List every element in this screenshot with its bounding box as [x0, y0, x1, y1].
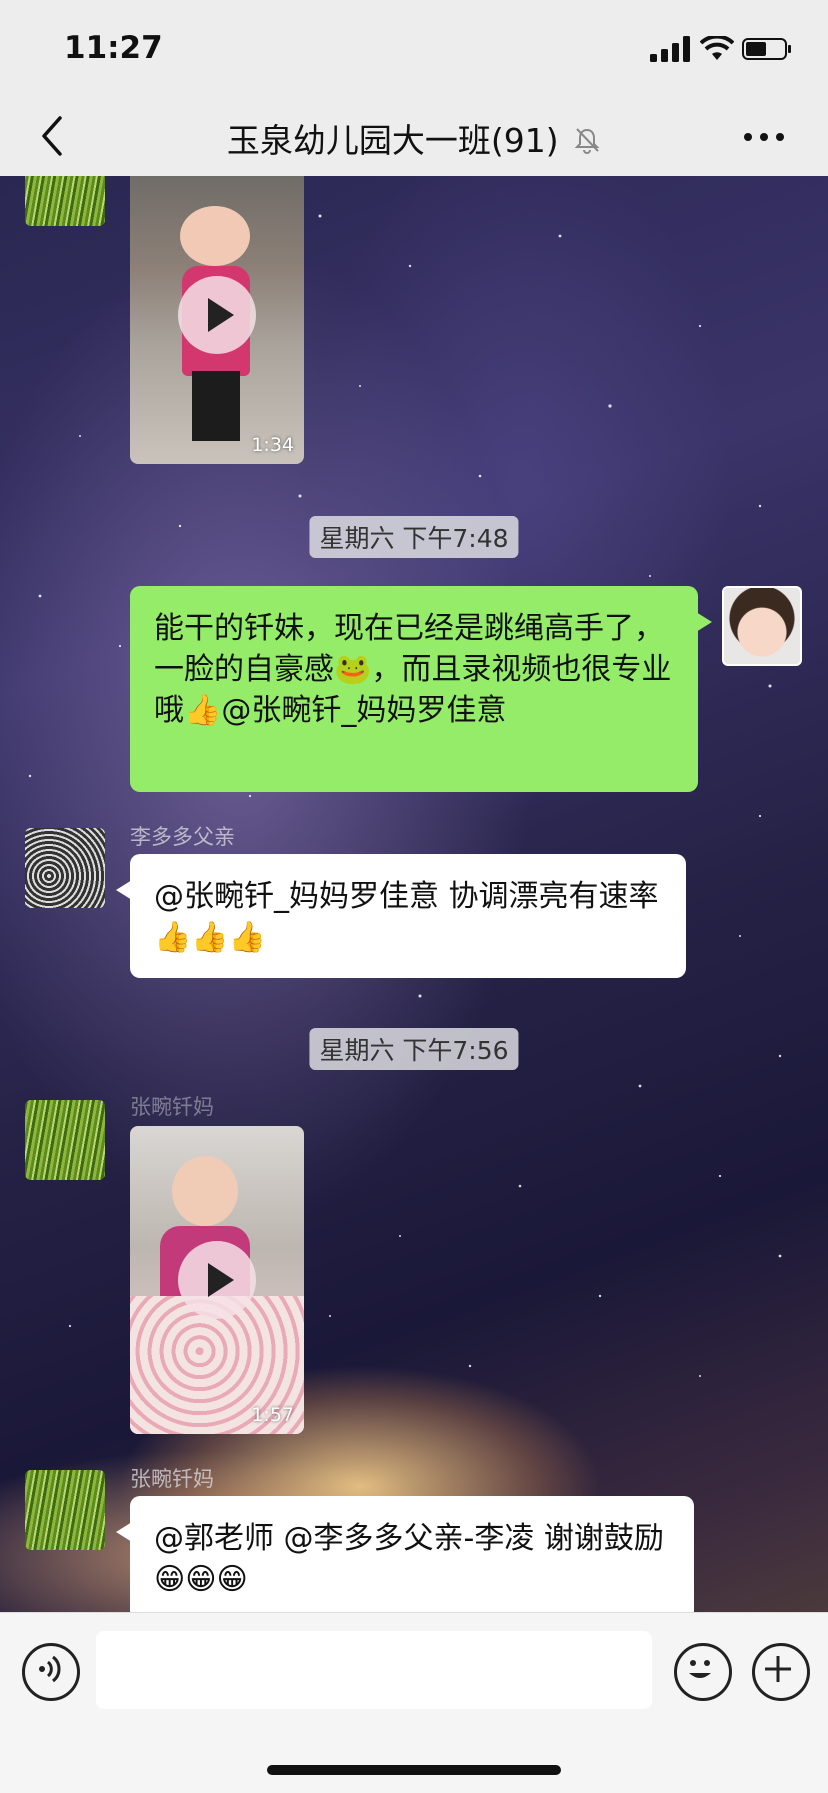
message-text: @张畹钎_妈妈罗佳意 协调漂亮有速率 [154, 879, 659, 914]
chat-header: 玉泉幼儿园大一班(91) [0, 100, 828, 177]
plus-icon [765, 1656, 791, 1682]
sender-name: 张畹钎妈 [130, 1095, 214, 1119]
input-bar [0, 1612, 828, 1793]
signal-icon [650, 36, 690, 62]
voice-icon [39, 1655, 61, 1683]
play-icon[interactable] [178, 1241, 256, 1319]
home-indicator [267, 1765, 561, 1775]
message-mention: @张畹钎_妈妈罗佳意 [221, 693, 507, 728]
child-figure [180, 206, 250, 266]
avatar[interactable] [25, 828, 105, 908]
chat-area[interactable]: 1:34 星期六 下午7:48 能干的钎妹，现在已经是跳绳高手了，一脸的自豪感🐸… [0, 176, 828, 1612]
message-timestamp: 星期六 下午7:56 [309, 1028, 519, 1070]
voice-button[interactable] [22, 1643, 80, 1701]
play-icon[interactable] [178, 276, 256, 354]
more-icon[interactable] [742, 122, 786, 152]
mute-icon [574, 128, 600, 154]
sender-name: 张畹钎妈 [130, 1467, 214, 1491]
sender-name: 李多多父亲 [130, 825, 235, 849]
battery-icon [742, 38, 791, 60]
message-text: @郭老师 @李多多父亲-李凌 谢谢鼓励 [154, 1521, 664, 1556]
video-message[interactable]: 1:57 [130, 1126, 304, 1434]
message-timestamp: 星期六 下午7:48 [309, 516, 519, 558]
wifi-icon [700, 36, 734, 60]
plus-button[interactable] [752, 1643, 810, 1701]
chat-title-wrap[interactable]: 玉泉幼儿园大一班(91) [0, 114, 828, 162]
status-time: 11:27 [64, 30, 163, 66]
avatar[interactable] [25, 1100, 105, 1180]
grin-icon: 😁😁😁 [154, 1562, 248, 1597]
frog-icon: 🐸 [334, 652, 372, 687]
thumbs-up-icon: 👍👍👍 [154, 920, 267, 955]
message-input[interactable] [96, 1631, 652, 1709]
message-bubble-outgoing[interactable]: 能干的钎妹，现在已经是跳绳高手了，一脸的自豪感🐸，而且录视频也很专业哦👍@张畹钎… [130, 586, 712, 792]
avatar[interactable] [25, 1470, 105, 1550]
message-bubble-incoming[interactable]: @郭老师 @李多多父亲-李凌 谢谢鼓励 😁😁😁 [116, 1496, 694, 1612]
message-bubble-incoming[interactable]: @张畹钎_妈妈罗佳意 协调漂亮有速率 👍👍👍 [116, 854, 686, 978]
child-figure [172, 1156, 238, 1226]
child-figure-legs [192, 371, 240, 441]
chat-title: 玉泉幼儿园大一班(91) [226, 121, 559, 160]
avatar[interactable] [722, 586, 802, 666]
video-duration: 1:34 [251, 434, 294, 456]
thumbs-up-icon: 👍 [184, 693, 222, 728]
video-duration: 1:57 [251, 1404, 294, 1426]
emoji-icon [689, 1660, 711, 1678]
video-message[interactable]: 1:34 [130, 176, 304, 464]
status-bar: 11:27 [0, 0, 828, 100]
avatar[interactable] [25, 176, 105, 226]
emoji-button[interactable] [674, 1643, 732, 1701]
